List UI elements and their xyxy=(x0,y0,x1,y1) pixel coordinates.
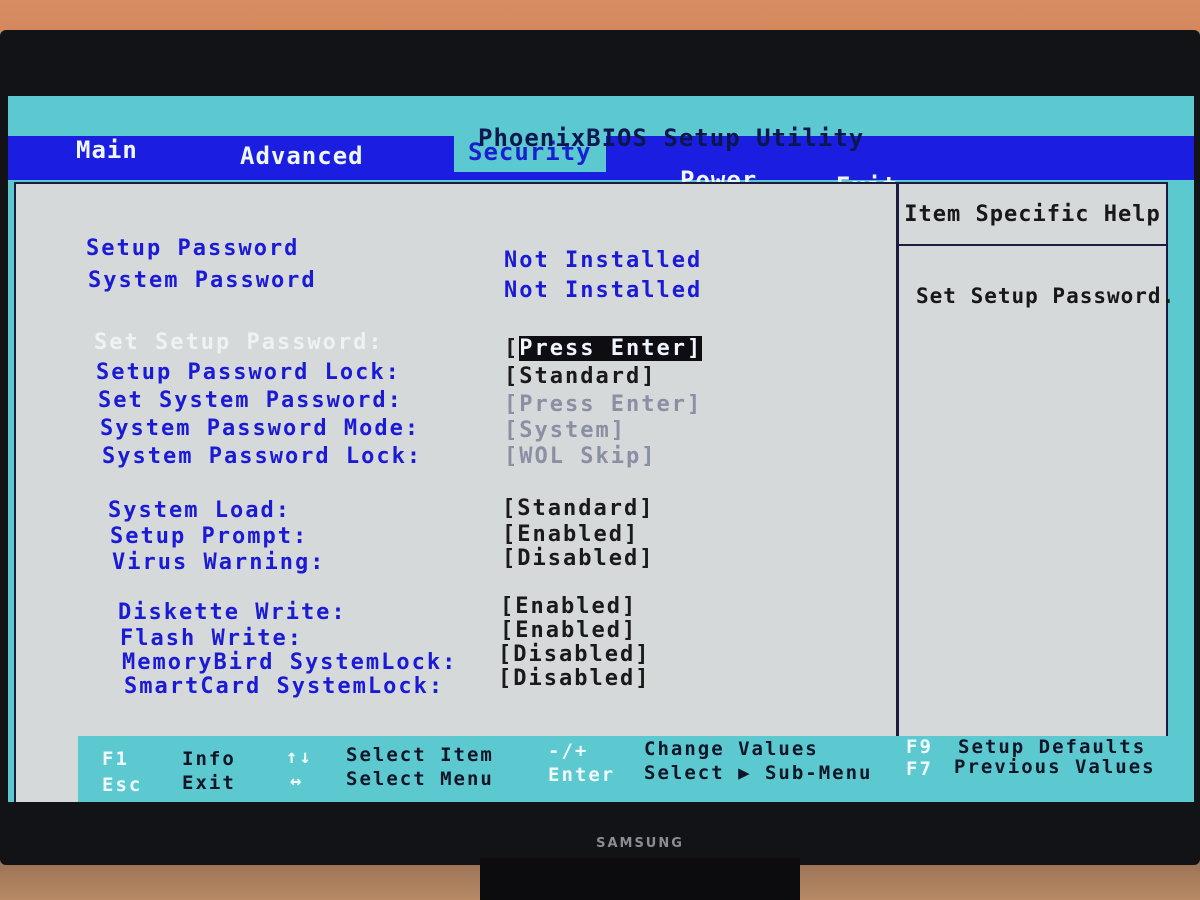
key-enter-desc: Select ▶ Sub-Menu xyxy=(644,762,873,784)
key-esc-desc: Exit xyxy=(182,772,236,794)
key-leftright: ↔ xyxy=(290,770,304,792)
key-f7-desc: Previous Values xyxy=(954,756,1156,778)
key-updown: ↑↓ xyxy=(286,746,313,768)
key-f9: F9 xyxy=(906,736,933,758)
key-f1: F1 xyxy=(102,748,129,770)
set-system-password-label: Set System Password: xyxy=(98,388,403,413)
tab-main[interactable]: Main xyxy=(76,136,138,164)
key-help-footer: F1 Info Esc Exit ↑↓ Select Item ↔ Select… xyxy=(78,736,1194,802)
setup-password-lock-value[interactable]: [Standard] xyxy=(504,364,656,389)
flash-write-value[interactable]: [Enabled] xyxy=(500,618,637,643)
settings-panel: Item Specific Help Set Setup Password. S… xyxy=(14,182,1174,802)
set-setup-password-label: Set Setup Password: xyxy=(94,330,384,355)
setup-password-label: Setup Password xyxy=(86,236,300,261)
system-password-lock-value: [WOL Skip] xyxy=(504,444,657,469)
virus-warning-label: Virus Warning: xyxy=(112,550,326,575)
help-title: Item Specific Help xyxy=(899,184,1166,246)
diskette-write-label: Diskette Write: xyxy=(118,600,347,625)
bios-screen: Main Advanced Security Power Exit Phoeni… xyxy=(8,96,1194,802)
setup-password-status: Not Installed xyxy=(504,248,703,273)
system-password-mode-value: [System] xyxy=(504,418,626,443)
tab-advanced[interactable]: Advanced xyxy=(240,142,364,170)
key-updown-desc: Select Item xyxy=(346,744,494,766)
app-title: PhoenixBIOS Setup Utility xyxy=(478,124,865,152)
key-f1-desc: Info xyxy=(182,748,236,770)
set-system-password-value: [Press Enter] xyxy=(504,392,703,417)
set-setup-password-value[interactable]: [Press Enter] xyxy=(504,336,703,361)
memorybird-systemlock-label: MemoryBird SystemLock: xyxy=(122,650,458,675)
diskette-write-value[interactable]: [Enabled] xyxy=(500,594,637,619)
system-password-status: Not Installed xyxy=(504,278,703,303)
smartcard-systemlock-label: SmartCard SystemLock: xyxy=(124,674,445,699)
system-password-lock-label: System Password Lock: xyxy=(102,444,423,469)
set-setup-password-text: Press Enter] xyxy=(519,336,703,361)
key-leftright-desc: Select Menu xyxy=(346,768,494,790)
system-load-value[interactable]: [Standard] xyxy=(502,496,654,521)
system-password-mode-label: System Password Mode: xyxy=(100,416,421,441)
setup-password-lock-label: Setup Password Lock: xyxy=(96,360,401,385)
key-f9-desc: Setup Defaults xyxy=(958,736,1147,758)
help-text: Set Setup Password. xyxy=(916,284,1176,308)
key-esc: Esc xyxy=(102,774,143,796)
key-enter: Enter xyxy=(548,764,616,786)
monitor-stand xyxy=(480,858,800,900)
setup-prompt-label: Setup Prompt: xyxy=(110,524,309,549)
system-password-label: System Password xyxy=(88,268,317,293)
panel-divider xyxy=(896,184,899,802)
key-plusminus-desc: Change Values xyxy=(644,738,819,760)
memorybird-systemlock-value[interactable]: [Disabled] xyxy=(498,642,650,667)
monitor-brand-logo: SAMSUNG xyxy=(596,836,684,851)
key-plusminus: -/+ xyxy=(548,740,589,762)
key-f7: F7 xyxy=(906,758,933,780)
setup-prompt-value[interactable]: [Enabled] xyxy=(502,522,639,547)
virus-warning-value[interactable]: [Disabled] xyxy=(502,546,654,571)
flash-write-label: Flash Write: xyxy=(120,626,303,651)
system-load-label: System Load: xyxy=(108,498,291,523)
smartcard-systemlock-value[interactable]: [Disabled] xyxy=(498,666,650,691)
